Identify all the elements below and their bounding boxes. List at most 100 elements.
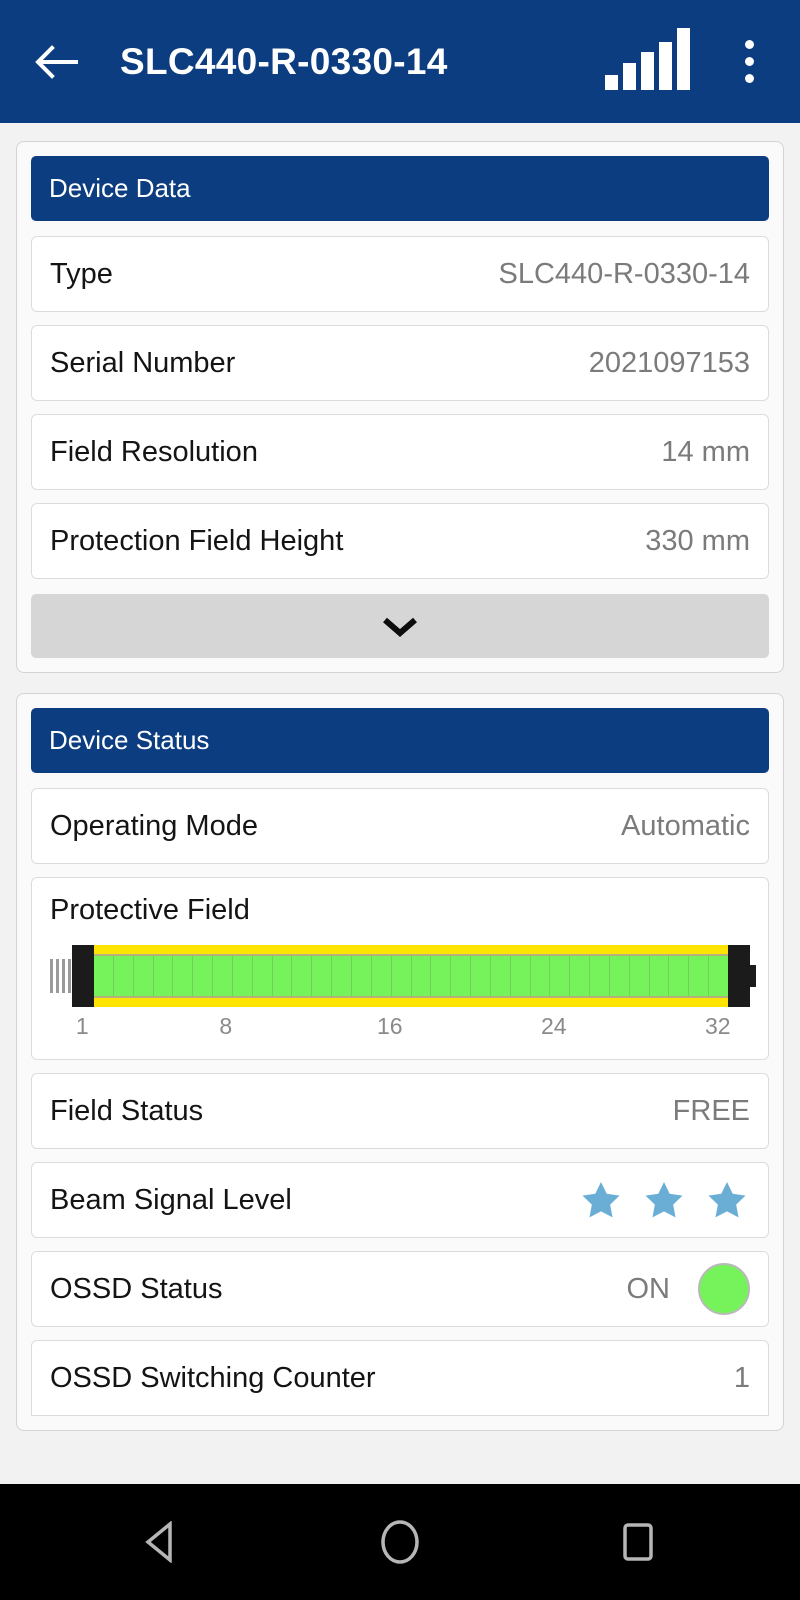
light-curtain-endcap-left bbox=[72, 945, 94, 1007]
ossd-led-indicator bbox=[698, 1263, 750, 1315]
table-row-ossd-switching-counter[interactable]: OSSD Switching Counter 1 bbox=[31, 1340, 769, 1416]
light-curtain-housing bbox=[94, 945, 728, 1007]
beam-segment bbox=[590, 956, 610, 996]
page-title: SLC440-R-0330-14 bbox=[120, 40, 448, 82]
row-label: Protection Field Height bbox=[50, 524, 344, 557]
row-value: 2021097153 bbox=[588, 346, 750, 379]
back-button[interactable] bbox=[26, 31, 88, 93]
row-value: 1 bbox=[733, 1361, 750, 1394]
protective-field-widget[interactable]: Protective Field 1 8 16 24 32 bbox=[31, 877, 769, 1060]
beam-segment bbox=[193, 956, 214, 996]
row-label: OSSD Switching Counter bbox=[50, 1361, 376, 1394]
beam-segment bbox=[431, 956, 452, 996]
row-value: SLC440-R-0330-14 bbox=[498, 257, 750, 290]
arrow-left-icon bbox=[35, 44, 78, 79]
beam-scale-tick: 32 bbox=[704, 1013, 731, 1039]
beam-segment bbox=[272, 956, 293, 996]
table-row-beam-signal-level[interactable]: Beam Signal Level bbox=[31, 1162, 769, 1238]
beam-scale-tick: 8 bbox=[219, 1013, 233, 1039]
beam-segment bbox=[213, 956, 233, 996]
beam-segment bbox=[490, 956, 511, 996]
row-label: OSSD Status bbox=[50, 1272, 223, 1305]
expand-device-data-button[interactable] bbox=[31, 594, 769, 658]
beam-segment bbox=[570, 956, 591, 996]
status-badge: FREE bbox=[672, 1094, 750, 1127]
overflow-dot bbox=[744, 57, 754, 66]
beam-signal-star-rating bbox=[578, 1178, 750, 1222]
star-icon bbox=[645, 1182, 683, 1218]
protective-field-label: Protective Field bbox=[50, 894, 250, 926]
beam-segments bbox=[94, 954, 728, 998]
beam-segment bbox=[709, 956, 728, 996]
beam-segment bbox=[312, 956, 333, 996]
row-label: Operating Mode bbox=[50, 809, 258, 842]
beam-segment bbox=[629, 956, 650, 996]
row-label: Beam Signal Level bbox=[50, 1183, 292, 1216]
beam-segment bbox=[173, 956, 194, 996]
beam-scale-tick: 24 bbox=[540, 1013, 567, 1039]
device-data-header: Device Data bbox=[31, 156, 769, 221]
beam-segment bbox=[530, 956, 551, 996]
beam-segment bbox=[609, 956, 630, 996]
beam-segment bbox=[689, 956, 710, 996]
beam-scale-axis: 1 8 16 24 32 bbox=[72, 1009, 731, 1049]
nav-back-button[interactable] bbox=[127, 1507, 197, 1577]
light-curtain-endcap-right bbox=[728, 945, 756, 1007]
table-row[interactable]: Protection Field Height 330 mm bbox=[31, 503, 769, 579]
beam-segment bbox=[669, 956, 690, 996]
nav-home-icon bbox=[381, 1520, 419, 1564]
row-value: 330 mm bbox=[645, 524, 750, 557]
nav-recents-icon bbox=[623, 1523, 653, 1561]
beam-segment bbox=[351, 956, 372, 996]
row-label: Serial Number bbox=[50, 346, 236, 379]
table-row-operating-mode[interactable]: Operating Mode Automatic bbox=[31, 788, 769, 864]
protective-field-graphic bbox=[50, 945, 756, 1007]
signal-bars-icon bbox=[605, 27, 690, 90]
connector-cable-icon bbox=[50, 959, 72, 993]
beam-segment bbox=[113, 956, 134, 996]
device-status-header: Device Status bbox=[31, 708, 769, 773]
beam-segment bbox=[252, 956, 273, 996]
table-row-ossd-status[interactable]: OSSD Status ON bbox=[31, 1251, 769, 1327]
beam-scale-tick: 16 bbox=[376, 1013, 403, 1039]
table-row-field-status[interactable]: Field Status FREE bbox=[31, 1073, 769, 1149]
chevron-down-icon bbox=[383, 617, 417, 637]
beam-segment bbox=[451, 956, 472, 996]
device-status-card: Device Status Operating Mode Automatic P… bbox=[16, 693, 784, 1431]
table-row[interactable]: Serial Number 2021097153 bbox=[31, 325, 769, 401]
beam-segment bbox=[510, 956, 531, 996]
beam-segment bbox=[232, 956, 253, 996]
nav-back-icon bbox=[145, 1521, 172, 1563]
nav-recents-button[interactable] bbox=[603, 1507, 673, 1577]
beam-segment bbox=[550, 956, 571, 996]
app-bar: SLC440-R-0330-14 bbox=[0, 0, 800, 123]
beam-segment bbox=[391, 956, 412, 996]
table-row[interactable]: Type SLC440-R-0330-14 bbox=[31, 236, 769, 312]
device-data-card: Device Data Type SLC440-R-0330-14 Serial… bbox=[16, 141, 784, 673]
star-icon bbox=[708, 1182, 746, 1218]
beam-segment bbox=[371, 956, 392, 996]
row-value: Automatic bbox=[621, 809, 750, 842]
row-value: 14 mm bbox=[661, 435, 750, 468]
beam-segment bbox=[471, 956, 491, 996]
beam-segment bbox=[649, 956, 670, 996]
beam-segment bbox=[411, 956, 432, 996]
beam-segment bbox=[332, 956, 352, 996]
table-row[interactable]: Field Resolution 14 mm bbox=[31, 414, 769, 490]
content-scroll-area[interactable]: Device Data Type SLC440-R-0330-14 Serial… bbox=[0, 123, 800, 1484]
beam-segment bbox=[94, 956, 114, 996]
beam-segment bbox=[292, 956, 313, 996]
app-screen: SLC440-R-0330-14 Device Data Type SLC440… bbox=[0, 0, 800, 1600]
android-nav-bar bbox=[0, 1484, 800, 1600]
beam-scale-tick: 1 bbox=[75, 1013, 89, 1039]
overflow-menu-button[interactable] bbox=[724, 31, 774, 93]
star-icon bbox=[582, 1182, 620, 1218]
ossd-status-right: ON bbox=[626, 1263, 750, 1315]
row-label: Type bbox=[50, 257, 113, 290]
row-value: ON bbox=[626, 1272, 671, 1305]
nav-home-button[interactable] bbox=[365, 1507, 435, 1577]
beam-segment bbox=[153, 956, 174, 996]
overflow-dot bbox=[744, 74, 754, 83]
row-label: Field Resolution bbox=[50, 435, 258, 468]
beam-segment bbox=[133, 956, 154, 996]
